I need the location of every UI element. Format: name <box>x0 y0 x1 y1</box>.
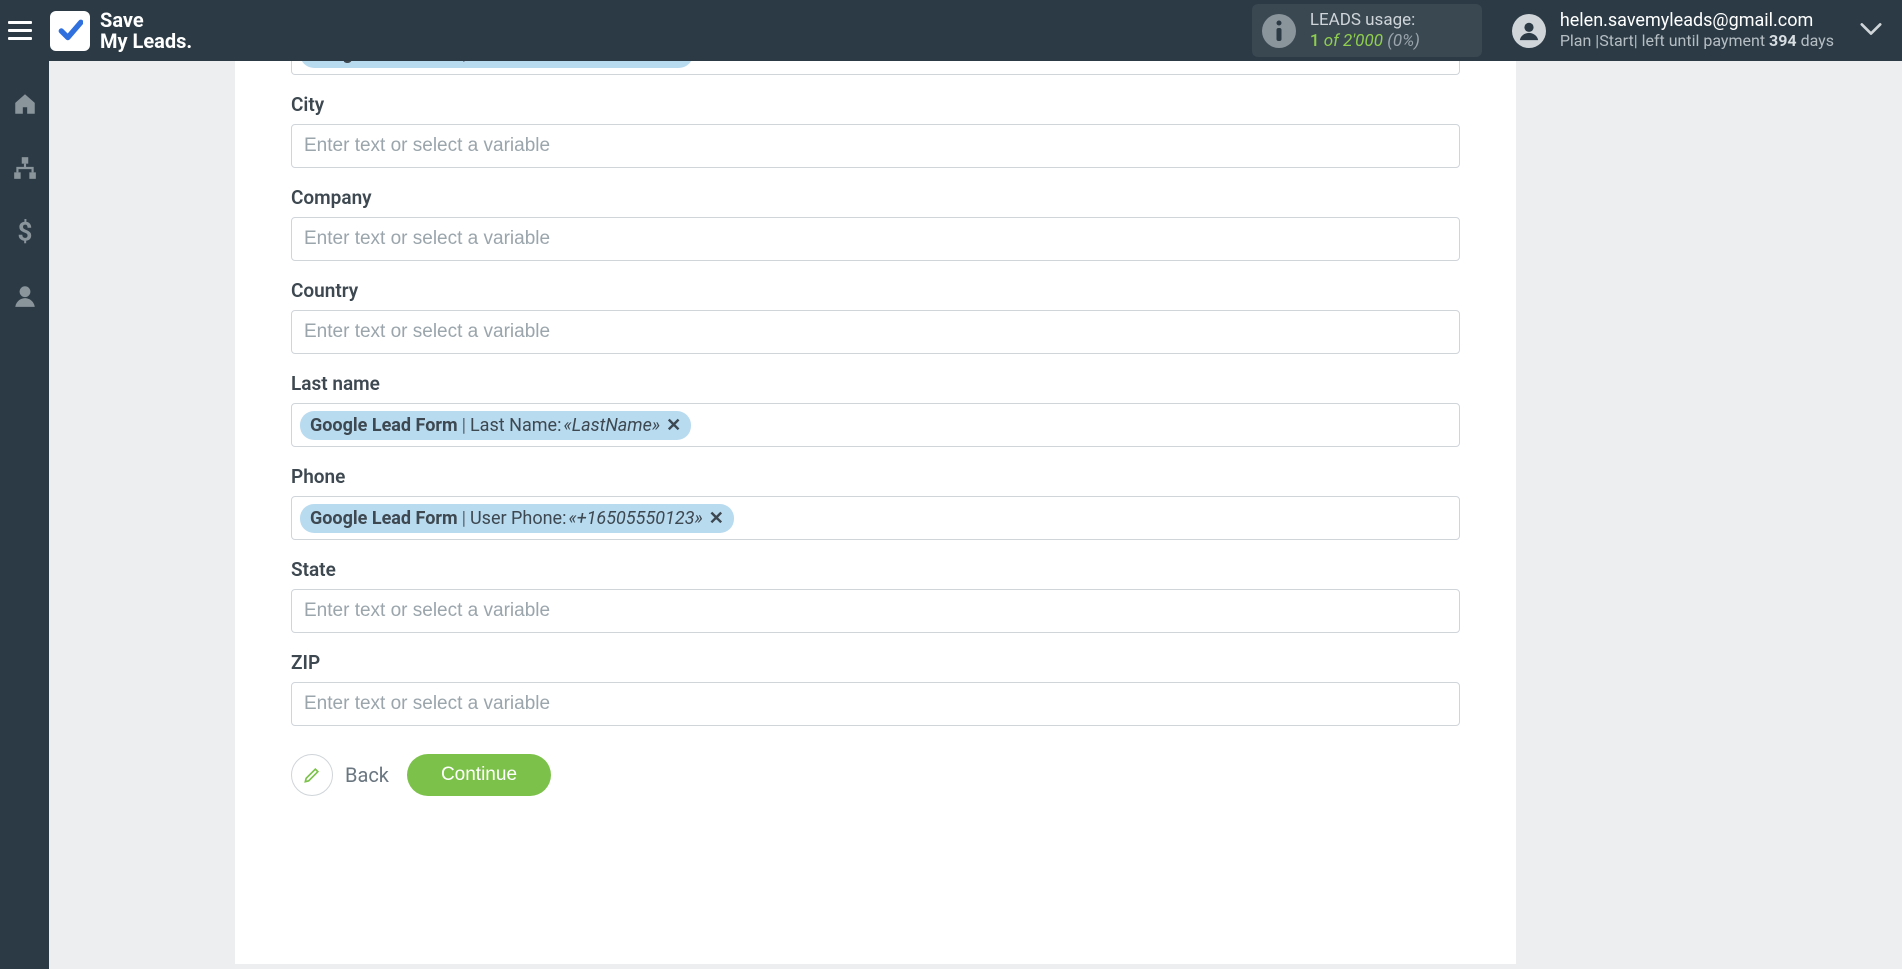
back-button[interactable]: Back <box>291 754 389 796</box>
leads-usage-box: LEADS usage: 1 of 2'000 (0%) <box>1252 4 1482 57</box>
user-avatar-icon[interactable] <box>1512 14 1546 48</box>
app-logo-icon <box>50 11 90 51</box>
sidebar-billing-icon[interactable]: $ <box>12 219 38 249</box>
menu-toggle-button[interactable] <box>8 16 38 46</box>
app-logo-line2: My Leads. <box>100 31 192 52</box>
country-label: Country <box>291 279 1460 302</box>
state-input[interactable] <box>291 589 1460 633</box>
zip-label: ZIP <box>291 651 1460 674</box>
city-input[interactable] <box>291 124 1460 168</box>
phone-label: Phone <box>291 465 1460 488</box>
form-panel: Google Lead Form | First Name: «FirstNam… <box>235 61 1516 964</box>
user-plan-line: Plan |Start| left until payment 394 days <box>1560 32 1834 50</box>
pencil-icon <box>291 754 333 796</box>
firstname-field[interactable]: Google Lead Form | First Name: «FirstNam… <box>291 61 1460 75</box>
chip-remove-icon[interactable]: ✕ <box>668 61 683 64</box>
state-label: State <box>291 558 1460 581</box>
phone-input[interactable]: Google Lead Form | User Phone: «+1650555… <box>291 496 1460 540</box>
svg-text:$: $ <box>17 219 32 245</box>
form-actions: Back Continue <box>291 754 1460 836</box>
chip-remove-icon[interactable]: ✕ <box>666 415 681 436</box>
user-menu-toggle[interactable] <box>1834 21 1882 40</box>
sidebar-home-icon[interactable] <box>12 91 38 121</box>
main-content: Google Lead Form | First Name: «FirstNam… <box>49 61 1902 969</box>
continue-button[interactable]: Continue <box>407 754 551 796</box>
company-input[interactable] <box>291 217 1460 261</box>
leads-usage-label: LEADS usage: <box>1310 10 1420 30</box>
leads-of: of 2'000 <box>1324 31 1383 51</box>
app-header: Save My Leads. LEADS usage: 1 of 2'000 (… <box>0 0 1902 61</box>
sidebar-connections-icon[interactable] <box>12 155 38 185</box>
lastname-input[interactable]: Google Lead Form | Last Name: «LastName»… <box>291 403 1460 447</box>
leads-count: 1 <box>1310 31 1320 51</box>
chip-remove-icon[interactable]: ✕ <box>709 508 724 529</box>
sidebar: $ <box>0 61 49 969</box>
app-logo-text: Save My Leads. <box>100 10 192 52</box>
info-icon <box>1262 14 1296 48</box>
user-email: helen.savemyleads@gmail.com <box>1560 11 1834 32</box>
app-logo-line1: Save <box>100 10 192 31</box>
lastname-label: Last name <box>291 372 1460 395</box>
lastname-variable-chip[interactable]: Google Lead Form | Last Name: «LastName»… <box>300 411 691 440</box>
leads-pct: (0%) <box>1387 31 1420 51</box>
country-input[interactable] <box>291 310 1460 354</box>
city-label: City <box>291 93 1460 116</box>
leads-usage-text: LEADS usage: 1 of 2'000 (0%) <box>1310 10 1420 51</box>
zip-input[interactable] <box>291 682 1460 726</box>
phone-variable-chip[interactable]: Google Lead Form | User Phone: «+1650555… <box>300 504 734 533</box>
firstname-variable-chip[interactable]: Google Lead Form | First Name: «FirstNam… <box>300 61 693 68</box>
user-info: helen.savemyleads@gmail.com Plan |Start|… <box>1560 11 1834 50</box>
company-label: Company <box>291 186 1460 209</box>
sidebar-account-icon[interactable] <box>12 283 38 313</box>
